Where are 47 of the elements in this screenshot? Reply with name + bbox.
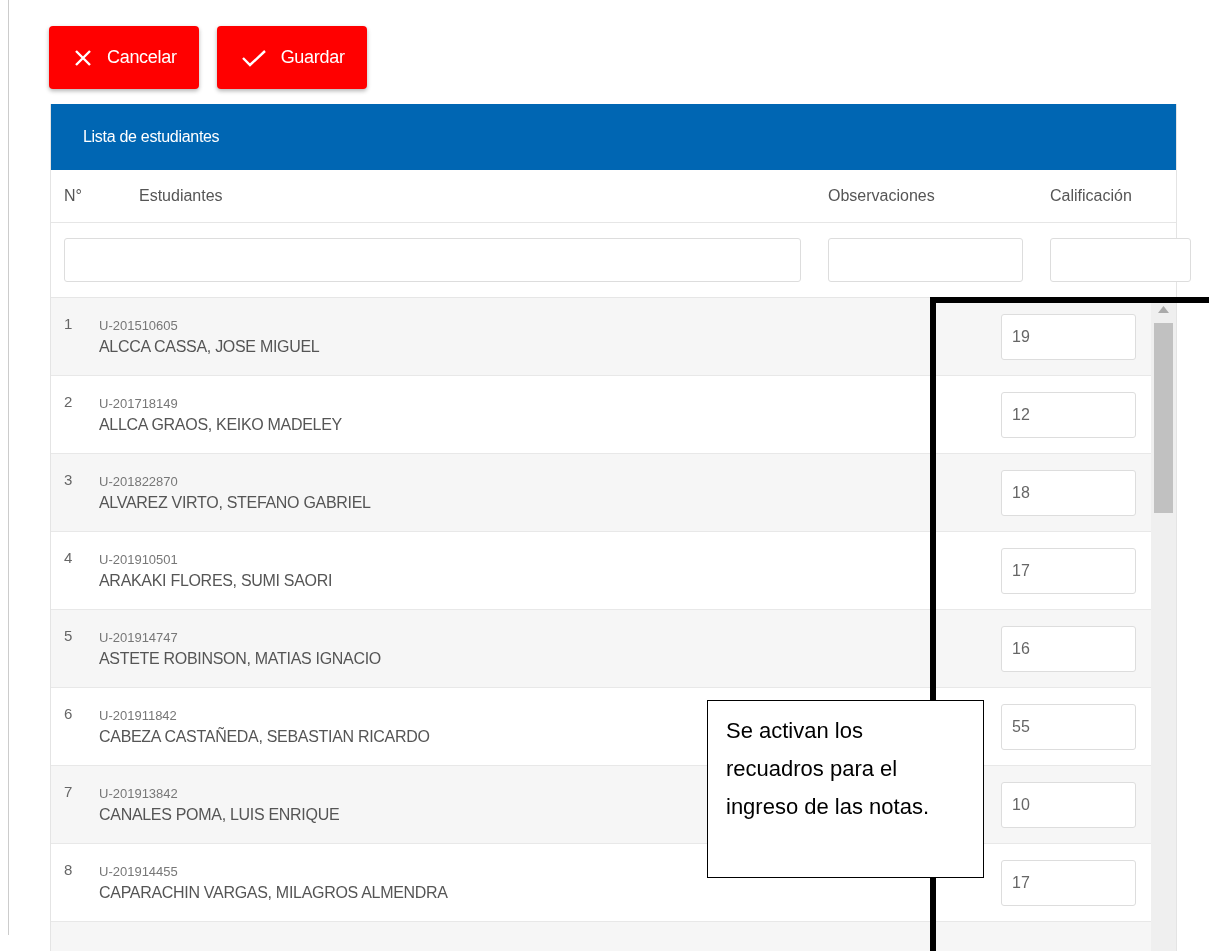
row-number: 7 [63,782,74,800]
grade-field[interactable]: 17 [1001,859,1136,906]
row-number: 4 [63,548,74,566]
grade-field[interactable]: 16 [1001,625,1136,672]
student-name: ALVAREZ VIRTO, STEFANO GABRIEL [99,493,371,512]
scroll-up-icon[interactable] [1158,306,1169,313]
student-code: U-201911842 [99,707,177,723]
column-header: Observaciones [828,187,936,205]
row-number: 8 [63,860,74,878]
filter-field[interactable] [1050,238,1191,282]
student-name: ALLCA GRAOS, KEIKO MADELEY [99,415,342,434]
column-header: N° [64,187,83,205]
student-code: U-201914747 [99,629,178,645]
student-name: ARAKAKI FLORES, SUMI SAORI [99,571,333,590]
filter-field[interactable] [64,238,801,282]
student-name: CANALES POMA, LUIS ENRIQUE [99,805,340,824]
panel-title: Lista de estudiantes [83,128,220,146]
checkmark-icon [240,47,267,68]
row-number: 2 [63,392,74,410]
student-code: U-201822870 [99,473,178,489]
column-header: Calificación [1050,187,1133,205]
grade-field[interactable]: 17 [1001,547,1136,594]
scrollbar-thumb[interactable] [1154,323,1173,513]
grade-field[interactable]: 18 [1001,469,1136,516]
row-number: 1 [63,314,74,332]
student-code: U-201718149 [99,395,178,411]
grade-field[interactable]: 12 [1001,391,1136,438]
close-icon [73,47,93,68]
column-header: Estudiantes [139,187,224,205]
student-name: ASTETE ROBINSON, MATIAS IGNACIO [99,649,381,668]
filter-field[interactable] [828,238,1023,282]
student-code: U-201913842 [99,785,178,801]
student-code: U-201914455 [99,863,178,879]
grade-field[interactable]: 19 [1001,313,1136,360]
row-number: 6 [63,704,74,722]
student-code: U-201510605 [99,317,178,333]
annotation-callout: Se activan los recuadros para el ingreso de las notas. [707,700,984,878]
row-number: 3 [63,470,74,488]
student-code: U-201910501 [99,551,178,567]
save-button[interactable]: Guardar [216,26,367,89]
grade-field[interactable]: 55 [1001,703,1136,750]
cancel-button[interactable]: Cancelar [49,26,199,89]
row-number: 5 [63,626,74,644]
student-name: CAPARACHIN VARGAS, MILAGROS ALMENDRA [99,883,448,902]
student-name: ALCCA CASSA, JOSE MIGUEL [99,337,320,356]
grade-field[interactable]: 10 [1001,781,1136,828]
student-name: CABEZA CASTAÑEDA, SEBASTIAN RICARDO [99,727,430,746]
